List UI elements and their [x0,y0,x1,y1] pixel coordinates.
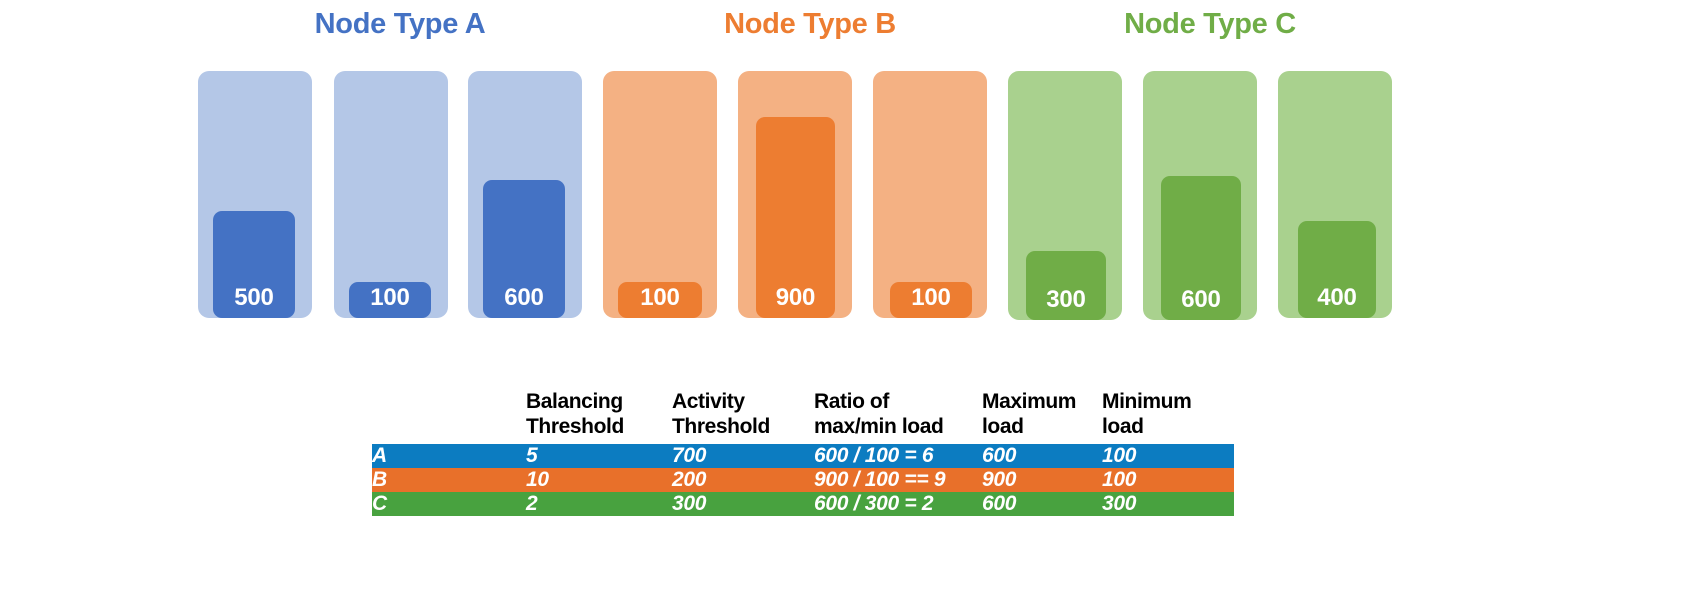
load-bar-value-c1: 300 [1046,286,1086,313]
cell-balancing-threshold: 2 [526,491,538,515]
col-header-minimum-load-line2: load [1102,414,1144,438]
load-bar-c1[interactable]: 300 [1026,251,1106,320]
metrics-table-container: Balancing Threshold Activity Threshold R… [372,390,1234,516]
cell-node-type: C [372,491,387,515]
cell-ratio: 600 / 100 = 6 [814,443,934,467]
cell-minimum-load: 300 [1102,491,1137,515]
cell-maximum-load: 600 [982,491,1017,515]
load-bar-a2[interactable]: 100 [349,282,431,318]
bar-slot-b1[interactable]: 100 [603,0,717,340]
cell-activity-threshold: 200 [672,467,707,491]
col-header-maximum-load: Maximum load [982,390,1102,444]
col-header-minimum-load: Minimum load [1102,390,1234,444]
load-bar-value-b1: 100 [640,284,680,311]
cell-balancing-threshold: 5 [526,443,538,467]
bar-slot-c3[interactable]: 400 [1278,0,1392,340]
col-header-maximum-load-line1: Maximum [982,390,1077,413]
load-bar-a1[interactable]: 500 [213,211,295,318]
cell-activity-threshold: 300 [672,491,707,515]
capacity-backdrop-a2 [334,71,448,318]
cell-activity-threshold: 700 [672,443,707,467]
cell-minimum-load: 100 [1102,443,1137,467]
bar-slot-b2[interactable]: 900 [738,0,852,340]
cell-maximum-load: 900 [982,467,1017,491]
load-bar-a3[interactable]: 600 [483,180,565,318]
load-bar-value-a2: 100 [370,284,410,311]
load-bar-value-c2: 600 [1181,286,1221,313]
table-row[interactable]: A 5 700 600 / 100 = 6 600 100 [372,443,1234,468]
cell-maximum-load: 600 [982,443,1017,467]
load-bar-value-a3: 600 [504,284,544,311]
capacity-backdrop-b1 [603,71,717,318]
bar-slot-a1[interactable]: 500 [198,0,312,340]
load-bar-b3[interactable]: 100 [890,282,972,318]
bar-slot-b3[interactable]: 100 [873,0,987,340]
cell-node-type: A [372,443,387,467]
table-row[interactable]: B 10 200 900 / 100 == 9 900 100 [372,467,1234,492]
load-bar-value-b3: 100 [911,284,951,311]
col-header-minimum-load-line1: Minimum [1102,390,1192,413]
col-header-ratio-line2: max/min load [814,414,944,438]
load-bar-value-c3: 400 [1317,284,1357,311]
bar-slot-a2[interactable]: 100 [334,0,448,340]
bar-slot-c1[interactable]: 300 [1008,0,1122,340]
capacity-backdrop-b3 [873,71,987,318]
table-header-row: Balancing Threshold Activity Threshold R… [372,390,1234,444]
cell-minimum-load: 100 [1102,467,1137,491]
col-header-ratio-line1: Ratio of [814,390,889,413]
col-header-maximum-load-line2: load [982,414,1024,438]
bar-slot-a3[interactable]: 600 [468,0,582,340]
col-header-balancing-threshold-line1: Balancing [526,390,623,413]
col-header-ratio: Ratio of max/min load [814,390,982,444]
col-header-activity-threshold: Activity Threshold [672,390,814,444]
col-header-activity-threshold-line2: Threshold [672,414,770,438]
col-header-activity-threshold-line1: Activity [672,390,745,413]
load-bar-c2[interactable]: 600 [1161,176,1241,320]
load-bar-value-b2: 900 [775,284,816,311]
metrics-table: Balancing Threshold Activity Threshold R… [372,390,1234,516]
load-bar-b1[interactable]: 100 [618,282,702,318]
cell-ratio: 900 / 100 == 9 [814,467,946,491]
cell-node-type: B [372,467,387,491]
cell-balancing-threshold: 10 [526,467,549,491]
load-bar-c3[interactable]: 400 [1298,221,1376,318]
load-bar-value-a1: 500 [234,284,274,311]
node-load-bar-chart: 500 100 600 100 900 100 300 600 400 [0,0,1701,340]
col-header-node-type [372,390,526,444]
table-row[interactable]: C 2 300 600 / 300 = 2 600 300 [372,491,1234,516]
load-bar-b2[interactable]: 900 [756,117,835,318]
cell-ratio: 600 / 300 = 2 [814,491,934,515]
bar-slot-c2[interactable]: 600 [1143,0,1257,340]
col-header-balancing-threshold: Balancing Threshold [526,390,672,444]
col-header-balancing-threshold-line2: Threshold [526,414,624,438]
